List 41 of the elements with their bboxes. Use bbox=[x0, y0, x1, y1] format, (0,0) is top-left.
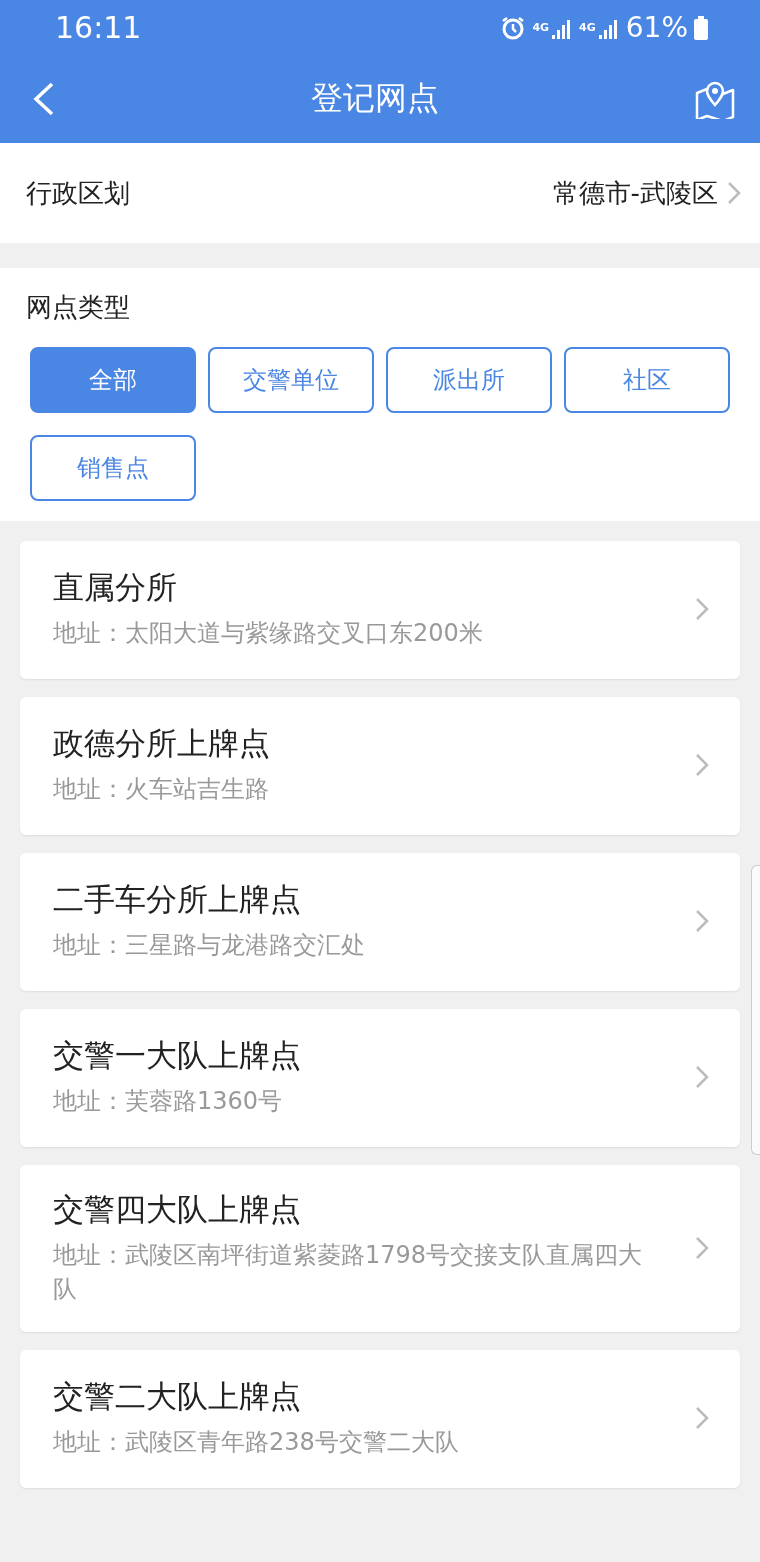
chevron-right-icon bbox=[694, 1064, 710, 1090]
filter-chip[interactable]: 社区 bbox=[564, 347, 730, 413]
site-card[interactable]: 交警二大队上牌点 地址：武陵区青年路238号交警二大队 bbox=[20, 1350, 740, 1489]
region-value: 常德市-武陵区 bbox=[552, 176, 718, 210]
site-address: 地址：武陵区青年路238号交警二大队 bbox=[53, 1427, 460, 1459]
site-card[interactable]: 交警四大队上牌点 地址：武陵区南坪街道紫菱路1798号交接支队直属四大队 bbox=[20, 1165, 740, 1333]
map-pin-icon[interactable] bbox=[694, 79, 736, 119]
chevron-right-icon bbox=[726, 180, 742, 206]
site-name: 交警二大队上牌点 bbox=[53, 1377, 302, 1417]
page-title: 登记网点 bbox=[311, 78, 439, 119]
battery-percent: 61% bbox=[625, 11, 688, 44]
site-name: 二手车分所上牌点 bbox=[53, 880, 302, 920]
chevron-right-icon bbox=[694, 596, 710, 622]
site-card[interactable]: 政德分所上牌点 地址：火车站吉生路 bbox=[20, 697, 740, 835]
region-label: 行政区划 bbox=[26, 176, 131, 210]
site-card[interactable]: 直属分所 地址：太阳大道与紫缘路交叉口东200米 bbox=[20, 541, 740, 679]
chevron-right-icon bbox=[694, 1234, 710, 1261]
site-name: 政德分所上牌点 bbox=[53, 724, 271, 764]
filter-chip[interactable]: 交警单位 bbox=[208, 347, 374, 413]
region-row[interactable]: 行政区划 常德市-武陵区 bbox=[0, 143, 760, 243]
scrollbar[interactable] bbox=[751, 865, 760, 1155]
network-label: 4G bbox=[532, 22, 550, 33]
site-address: 地址：火车站吉生路 bbox=[53, 774, 270, 806]
site-name: 交警一大队上牌点 bbox=[53, 1036, 302, 1076]
site-card[interactable]: 交警一大队上牌点 地址：芙蓉路1360号 bbox=[20, 1009, 740, 1147]
site-address: 地址：芙蓉路1360号 bbox=[53, 1086, 284, 1118]
site-address: 地址：太阳大道与紫缘路交叉口东200米 bbox=[53, 618, 484, 650]
site-address: 地址：武陵区南坪街道紫菱路1798号交接支队直属四大队 bbox=[53, 1240, 644, 1305]
site-card[interactable]: 二手车分所上牌点 地址：三星路与龙港路交汇处 bbox=[20, 853, 740, 991]
filter-chip[interactable]: 全部 bbox=[30, 347, 196, 413]
battery-icon bbox=[694, 15, 708, 40]
filter-chip[interactable]: 销售点 bbox=[30, 435, 196, 501]
status-time: 16:11 bbox=[55, 10, 143, 45]
site-name: 直属分所 bbox=[53, 568, 178, 608]
network-label: 4G bbox=[579, 22, 596, 33]
site-name: 交警四大队上牌点 bbox=[53, 1190, 302, 1229]
chevron-right-icon bbox=[694, 908, 710, 934]
site-address: 地址：三星路与龙港路交汇处 bbox=[53, 930, 366, 962]
filter-chip[interactable]: 派出所 bbox=[386, 347, 552, 413]
filter-label: 网点类型 bbox=[26, 291, 131, 324]
chevron-right-icon bbox=[694, 752, 710, 778]
